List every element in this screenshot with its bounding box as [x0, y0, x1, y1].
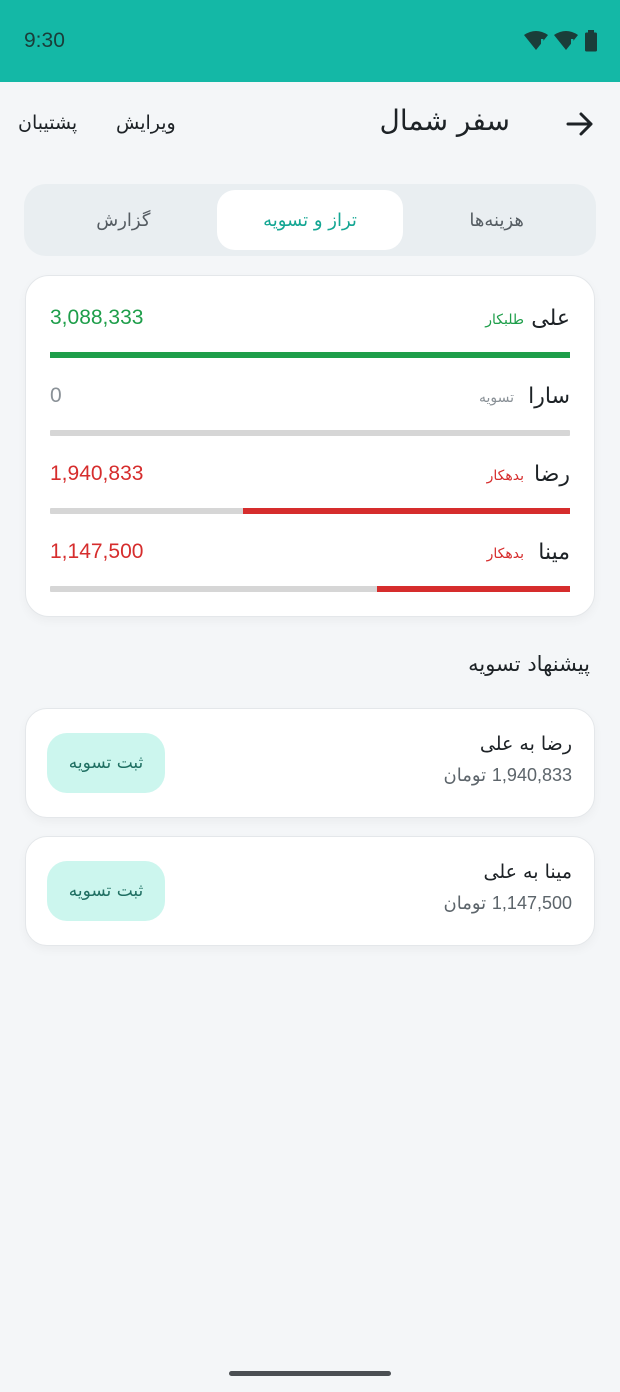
- balance-bar-track: [50, 586, 570, 592]
- settlement-amount-line: 1,940,833 تومان: [444, 765, 572, 786]
- member-name: رضا: [533, 462, 570, 487]
- tab-bar: هزینه‌ها تراز و تسویه گزارش: [24, 184, 596, 256]
- balance-row: علی طلبکار 3,088,333: [50, 306, 570, 384]
- settlement-info: مینا به علی 1,147,500 تومان: [444, 861, 572, 914]
- home-indicator[interactable]: [229, 1371, 391, 1376]
- settlement-info: رضا به علی 1,940,833 تومان: [444, 733, 572, 786]
- battery-icon: [584, 30, 598, 52]
- balance-bar-track: [50, 508, 570, 514]
- status-bar: 9:30: [0, 0, 620, 82]
- edit-button[interactable]: ویرایش: [116, 112, 176, 134]
- tab-expenses[interactable]: هزینه‌ها: [403, 190, 590, 250]
- balance-row: سارا تسویه 0: [50, 384, 570, 462]
- status-time: 9:30: [24, 29, 65, 52]
- record-settlement-button[interactable]: ثبت تسویه: [47, 861, 165, 921]
- signal-icon: [554, 31, 578, 51]
- balance-bar-track: [50, 430, 570, 436]
- balance-bar-fill: [376, 586, 570, 592]
- section-title: پیشنهاد تسویه: [468, 652, 590, 676]
- balance-row: رضا بدهکار 1,940,833: [50, 462, 570, 540]
- settlement-title: رضا به علی: [479, 733, 572, 755]
- status-badge: تسویه: [478, 390, 514, 406]
- member-name: مینا: [538, 540, 570, 565]
- back-arrow-icon[interactable]: [564, 108, 596, 140]
- settlement-amount: 1,147,500: [491, 893, 572, 913]
- settlement-amount-line: 1,147,500 تومان: [444, 893, 572, 914]
- balance-card: علی طلبکار 3,088,333 سارا تسویه 0 رضا بد…: [25, 275, 595, 617]
- status-badge: بدهکار: [486, 546, 524, 562]
- balance-amount: 3,088,333: [50, 306, 144, 329]
- balance-bar-fill: [50, 352, 570, 358]
- balance-bar-track: [50, 352, 570, 358]
- settlement-amount: 1,940,833: [491, 765, 572, 785]
- currency-label: تومان: [443, 893, 487, 914]
- status-badge: طلبکار: [485, 312, 524, 328]
- settlement-title: مینا به علی: [483, 861, 572, 883]
- currency-label: تومان: [443, 765, 487, 786]
- wifi-icon: [524, 31, 548, 51]
- support-button[interactable]: پشتیبان: [18, 112, 77, 134]
- balance-amount: 0: [50, 384, 62, 407]
- balance-amount: 1,940,833: [50, 462, 144, 485]
- tab-report[interactable]: گزارش: [30, 190, 217, 250]
- balance-row: مینا بدهکار 1,147,500: [50, 540, 570, 618]
- app-bar: سفر شمال ویرایش پشتیبان: [0, 96, 620, 152]
- balance-bar-fill: [243, 508, 570, 514]
- balance-amount: 1,147,500: [50, 540, 144, 563]
- tab-balance-settlement[interactable]: تراز و تسویه: [216, 190, 404, 250]
- status-icons: [524, 30, 598, 52]
- settlement-card: رضا به علی 1,940,833 تومان ثبت تسویه: [25, 708, 595, 818]
- member-name: علی: [531, 306, 570, 331]
- record-settlement-button[interactable]: ثبت تسویه: [47, 733, 165, 793]
- member-name: سارا: [528, 384, 570, 409]
- page-title: سفر شمال: [379, 104, 511, 137]
- status-badge: بدهکار: [486, 468, 524, 484]
- settlement-card: مینا به علی 1,147,500 تومان ثبت تسویه: [25, 836, 595, 946]
